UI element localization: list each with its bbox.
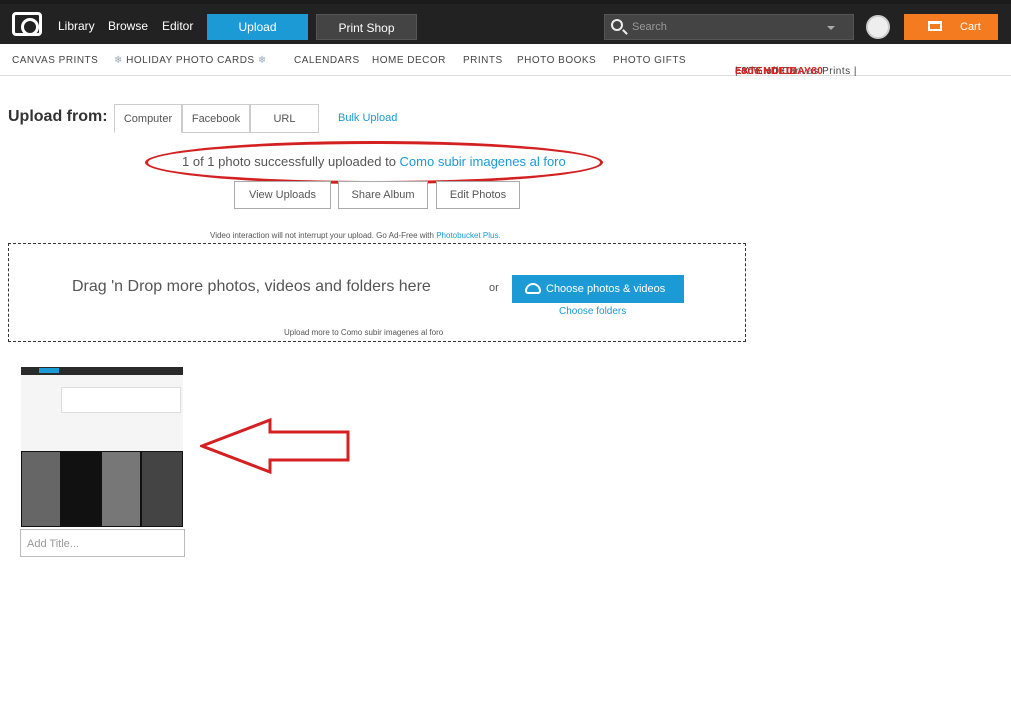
- choose-folders-link[interactable]: Choose folders: [559, 306, 626, 317]
- avatar[interactable]: [866, 15, 890, 39]
- snowflake-icon: ❄: [114, 55, 127, 66]
- bulk-upload-link[interactable]: Bulk Upload: [338, 112, 397, 124]
- annotation-arrow: [200, 418, 350, 474]
- add-title-input[interactable]: Add Title...: [20, 529, 185, 557]
- nav-browse-link[interactable]: Browse: [108, 19, 148, 33]
- subnav-photo-gifts[interactable]: PHOTO GIFTS: [613, 55, 686, 66]
- cart-label: Cart: [960, 21, 981, 33]
- subnav-canvas-prints[interactable]: CANVAS PRINTS: [12, 55, 98, 66]
- drop-zone[interactable]: Drag 'n Drop more photos, videos and fol…: [8, 243, 746, 342]
- cart-button[interactable]: Cart: [904, 14, 998, 40]
- choose-photos-button[interactable]: Choose photos & videos: [512, 275, 684, 303]
- thumb-accent: [39, 368, 59, 373]
- tab-computer[interactable]: Computer: [114, 104, 182, 133]
- photobucket-plus-link[interactable]: Photobucket Plus.: [436, 231, 500, 240]
- thumb-card: [61, 387, 181, 413]
- subnav-holiday-cards[interactable]: ❄ HOLIDAY PHOTO CARDS ❄: [114, 55, 267, 66]
- notice-text: Video interaction will not interrupt you…: [210, 231, 437, 240]
- thumb-photo: [21, 451, 61, 527]
- snowflake-icon: ❄: [254, 55, 267, 66]
- subnav-prints[interactable]: PRINTS: [463, 55, 503, 66]
- thumb-photo: [101, 451, 141, 527]
- tab-url[interactable]: URL: [250, 104, 319, 133]
- edit-photos-button[interactable]: Edit Photos: [436, 181, 520, 209]
- annotation-ellipse: [145, 141, 603, 184]
- subnav-calendars[interactable]: CALENDARS: [294, 55, 360, 66]
- view-uploads-button[interactable]: View Uploads: [234, 181, 331, 209]
- upload-source-tabs: Computer Facebook URL: [114, 104, 319, 133]
- search-box[interactable]: Search: [604, 14, 854, 40]
- print-shop-button[interactable]: Print Shop: [316, 14, 417, 40]
- chevron-down-icon[interactable]: [827, 26, 835, 30]
- cloud-upload-icon: [525, 283, 541, 294]
- subnav-photo-books[interactable]: PHOTO BOOKS: [517, 55, 596, 66]
- drag-drop-text: Drag 'n Drop more photos, videos and fol…: [72, 278, 431, 295]
- photobucket-logo-icon[interactable]: [12, 12, 42, 36]
- thumb-photo: [141, 451, 183, 527]
- nav-editor-link[interactable]: Editor: [162, 19, 193, 33]
- cart-icon: [928, 21, 942, 31]
- or-text: or: [489, 282, 499, 294]
- nav-library-link[interactable]: Library: [58, 19, 95, 33]
- promo-code: code HOLIDAY80: [735, 66, 824, 77]
- uploaded-photo-thumbnail[interactable]: [21, 367, 183, 527]
- search-icon: [611, 19, 623, 31]
- top-navigation-bar: Library Browse Editor Upload Print Shop …: [0, 0, 1011, 44]
- choose-photos-label: Choose photos & videos: [546, 283, 666, 295]
- ad-notice: Video interaction will not interrupt you…: [210, 231, 501, 240]
- tab-facebook[interactable]: Facebook: [182, 104, 250, 133]
- upload-button[interactable]: Upload: [207, 14, 308, 40]
- product-nav: CANVAS PRINTS ❄ HOLIDAY PHOTO CARDS ❄ CA…: [0, 44, 1011, 77]
- share-album-button[interactable]: Share Album: [338, 181, 428, 209]
- upload-more-text: Upload more to Como subir imagenes al fo…: [284, 328, 444, 337]
- subnav-home-decor[interactable]: HOME DECOR: [372, 55, 446, 66]
- thumb-photo: [61, 451, 101, 527]
- upload-from-label: Upload from:: [8, 108, 108, 125]
- search-input[interactable]: Search: [632, 21, 667, 33]
